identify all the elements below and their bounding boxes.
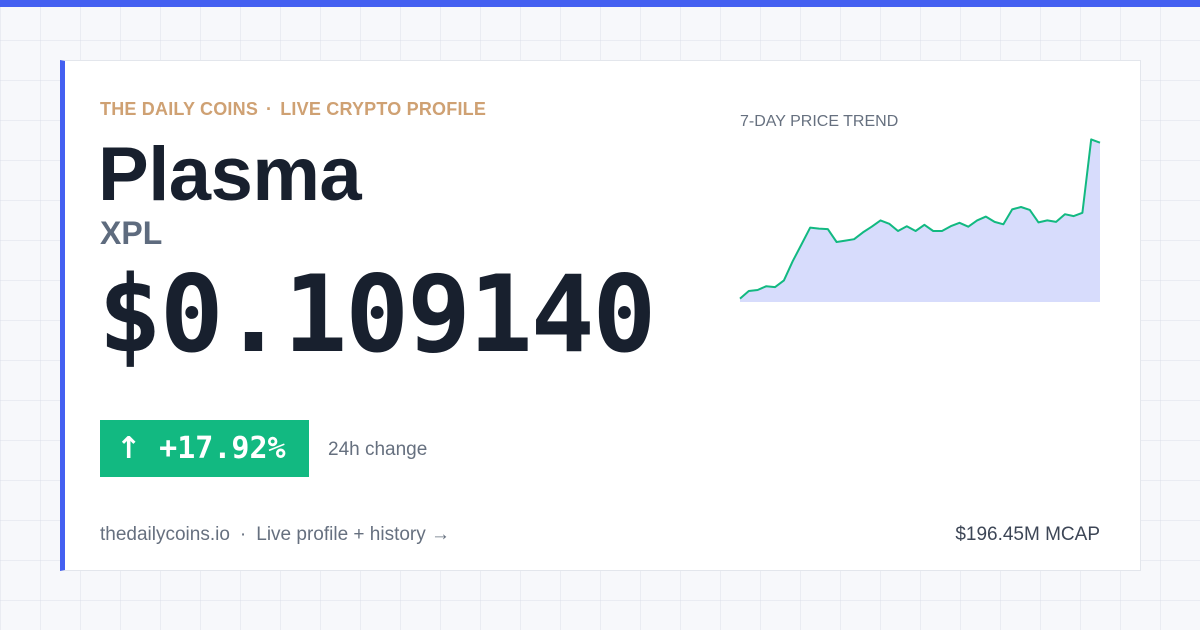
price-trend-chart	[739, 138, 1101, 302]
coin-profile-card: THE DAILY COINS · LIVE CRYPTO PROFILE Plas…	[60, 60, 1141, 571]
brand-separator: ·	[266, 99, 273, 119]
change-label: 24h change	[328, 439, 428, 460]
brand-name: THE DAILY COINS	[100, 99, 259, 119]
arrow-up-icon: ↑	[116, 431, 142, 466]
coin-name: Plasma	[98, 132, 362, 217]
footer-links: thedailycoins.io · Live profile + history …	[100, 524, 450, 546]
top-accent-bar	[0, 0, 1200, 7]
coin-symbol: XPL	[100, 215, 163, 251]
change-badge: ↑ +17.92%	[100, 420, 309, 477]
profile-history-link[interactable]: Live profile + history →	[256, 524, 450, 545]
site-link[interactable]: thedailycoins.io	[100, 524, 230, 545]
change-value: +17.92%	[159, 431, 286, 466]
footer-separator: ·	[239, 524, 247, 545]
chart-title: 7-DAY PRICE TREND	[740, 113, 899, 130]
brand-tagline: LIVE CRYPTO PROFILE	[280, 99, 487, 119]
market-cap: $196.45M MCAP	[955, 524, 1100, 545]
brand-header: THE DAILY COINS · LIVE CRYPTO PROFILE	[100, 99, 486, 120]
coin-price: $0.109140	[98, 253, 656, 376]
